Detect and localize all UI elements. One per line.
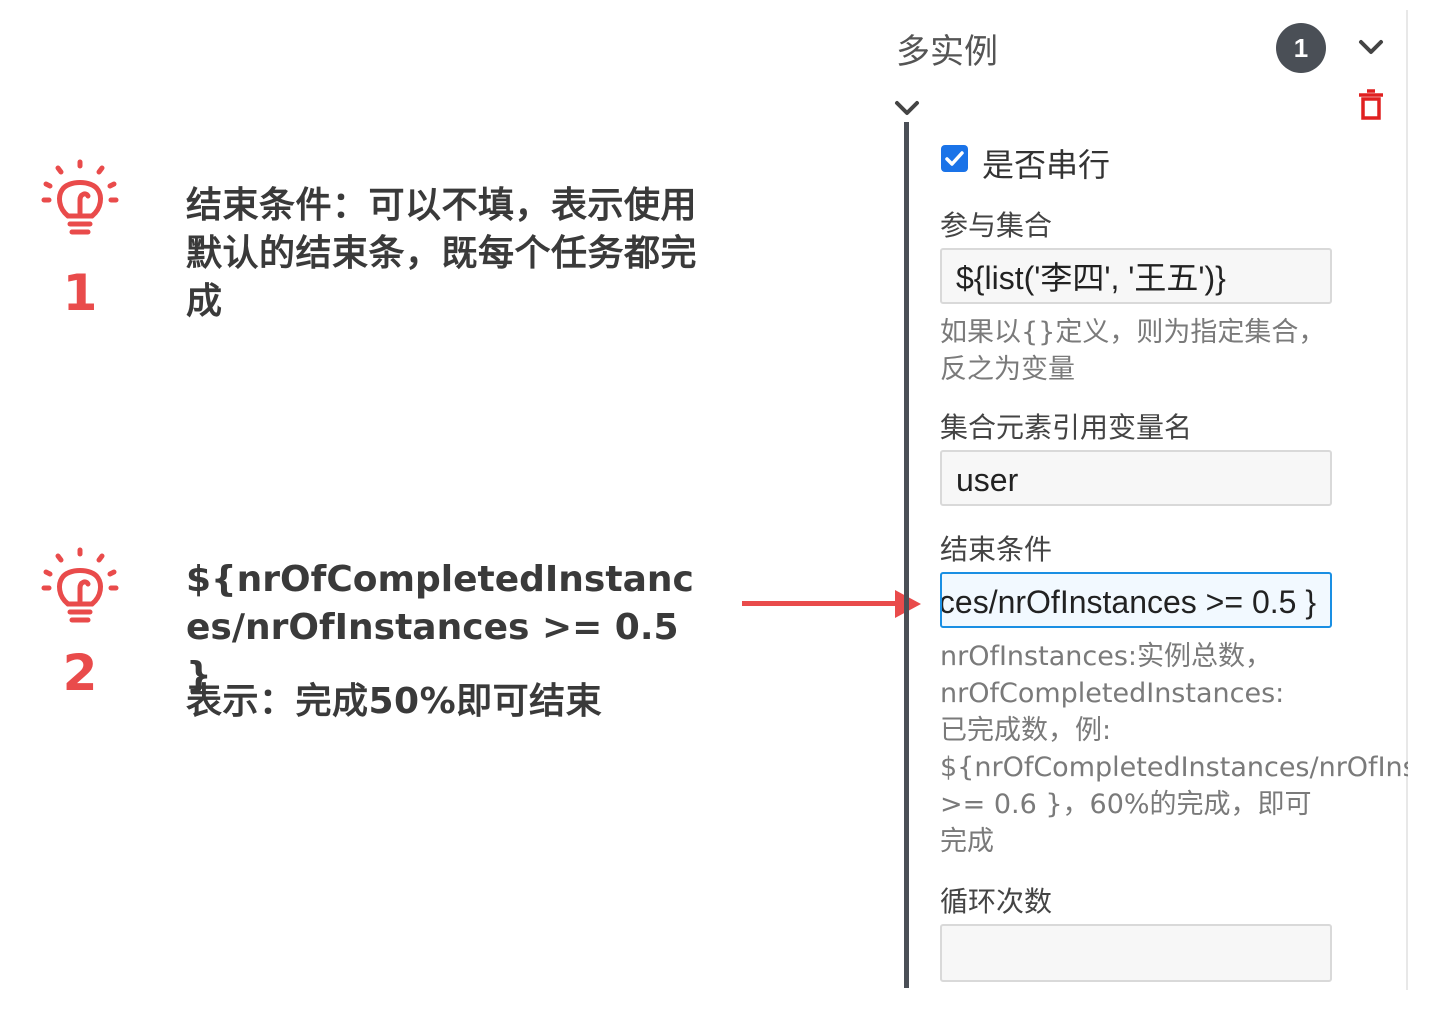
completion-condition-help: nrOfInstances:实例总数， nrOfCompletedInstanc…	[940, 641, 1408, 857]
annotation-text: 表示：完成50%即可结束	[186, 681, 603, 722]
annotation-number: 1	[62, 264, 98, 322]
completion-condition-input[interactable]: ${nrOfCompletedInstances/nrOfInstances >…	[940, 572, 1332, 628]
completion-condition-value: ${nrOfCompletedInstances/nrOfInstances >…	[940, 584, 1316, 620]
collection-input[interactable]: ${list('李四', '王五')}	[940, 248, 1332, 304]
annotation-text: 结束条件：可以不填，表示使用默认的结束条，既每个任务都完成	[186, 185, 698, 322]
element-variable-input[interactable]: user	[940, 450, 1332, 506]
panel-title: 多实例	[896, 32, 998, 72]
lightbulb-icon	[41, 159, 119, 235]
trash-icon[interactable]	[1356, 88, 1386, 122]
sequential-label: 是否串行	[982, 146, 1111, 184]
collection-help: 如果以{}定义，则为指定集合， 反之为变量	[940, 317, 1326, 385]
chevron-down-icon[interactable]	[892, 94, 922, 124]
sequential-checkbox[interactable]	[941, 145, 968, 172]
loop-count-input[interactable]	[940, 924, 1332, 982]
group-indent-bar	[904, 122, 909, 988]
chevron-down-icon[interactable]	[1356, 32, 1386, 62]
lightbulb-icon	[41, 547, 119, 623]
annotation-number: 2	[62, 644, 98, 702]
element-variable-label: 集合元素引用变量名	[940, 411, 1193, 444]
loop-count-label: 循环次数	[940, 885, 1053, 918]
count-badge: 1	[1276, 23, 1326, 73]
arrow-line	[742, 601, 902, 606]
completion-condition-label: 结束条件	[940, 533, 1053, 566]
collection-label: 参与集合	[940, 209, 1053, 242]
